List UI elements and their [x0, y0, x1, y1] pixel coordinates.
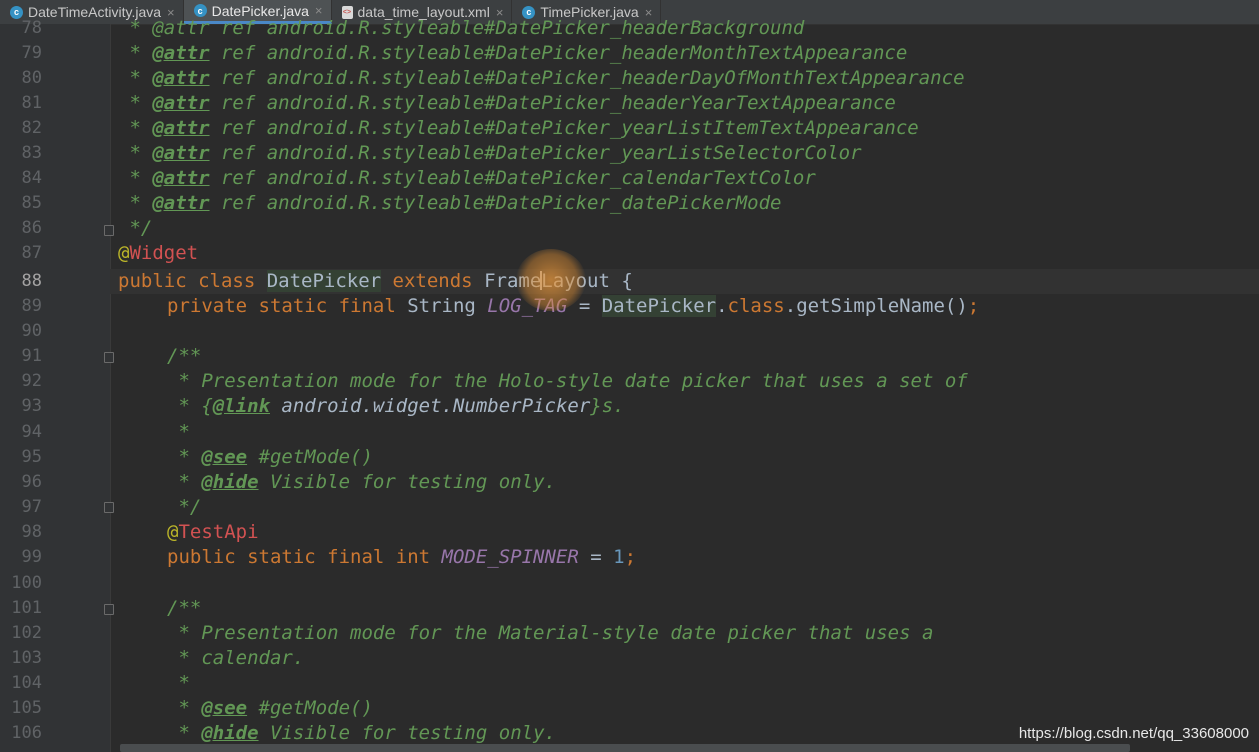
- line-number: 82: [21, 118, 42, 138]
- code-line-96: * @hide Visible for testing only.: [167, 471, 556, 493]
- code-line-84: * @attr ref android.R.styleable#DatePick…: [118, 167, 816, 189]
- line-number: 101: [11, 598, 42, 618]
- line-number: 85: [21, 193, 42, 213]
- code-line-105: * @see #getMode(): [167, 697, 373, 719]
- line-number: 81: [21, 93, 42, 113]
- line-number: 98: [21, 522, 42, 542]
- code-editor[interactable]: * @attr ref android.R.styleable#DatePick…: [110, 17, 1259, 752]
- line-number: 83: [21, 143, 42, 163]
- code-line-102: * Presentation mode for the Material-sty…: [167, 622, 934, 644]
- code-line-95: * @see #getMode(): [167, 446, 373, 468]
- watermark: https://blog.csdn.net/qq_33608000: [1018, 725, 1249, 742]
- code-line-81: * @attr ref android.R.styleable#DatePick…: [118, 92, 896, 114]
- code-line-92: * Presentation mode for the Holo-style d…: [167, 370, 968, 392]
- mouse-pointer-highlight: [516, 249, 586, 311]
- code-line-79: * @attr ref android.R.styleable#DatePick…: [118, 42, 908, 64]
- line-number: 95: [21, 447, 42, 467]
- code-line-97: */: [167, 496, 202, 518]
- code-line-83: * @attr ref android.R.styleable#DatePick…: [118, 142, 862, 164]
- code-line-98: @TestApi: [167, 521, 259, 543]
- code-line-94: *: [167, 421, 190, 443]
- line-number: 90: [21, 321, 42, 341]
- code-line-86: */: [118, 217, 153, 239]
- line-number: 104: [11, 673, 42, 693]
- line-number: 93: [21, 396, 42, 416]
- line-number: 89: [21, 296, 42, 316]
- line-number: 96: [21, 472, 42, 492]
- code-line-106: * @hide Visible for testing only.: [167, 722, 556, 744]
- line-number-current: 88: [21, 271, 42, 291]
- code-line-78: * @attr ref android.R.styleable#DatePick…: [118, 17, 805, 39]
- line-number: 106: [11, 723, 42, 743]
- line-number: 86: [21, 218, 42, 238]
- code-line-91: /**: [167, 345, 202, 367]
- code-line-104: *: [167, 672, 190, 694]
- line-number-gutter[interactable]: 78 79 80 81 82 83 84 85 86 87 88 89 90 9…: [0, 18, 114, 752]
- code-line-99: public static final int MODE_SPINNER = 1…: [167, 546, 637, 568]
- horizontal-scrollbar[interactable]: [120, 744, 1130, 752]
- line-number: 99: [21, 547, 42, 567]
- code-line-101: /**: [167, 597, 202, 619]
- line-number: 97: [21, 497, 42, 517]
- line-number: 79: [21, 43, 42, 63]
- line-number: 94: [21, 422, 42, 442]
- code-line-82: * @attr ref android.R.styleable#DatePick…: [118, 117, 919, 139]
- line-number: 103: [11, 648, 42, 668]
- line-number: 91: [21, 346, 42, 366]
- line-number: 105: [11, 698, 42, 718]
- code-line-87: @Widget: [118, 242, 199, 264]
- line-number: 87: [21, 243, 42, 263]
- line-number: 80: [21, 68, 42, 88]
- line-number: 84: [21, 168, 42, 188]
- code-line-103: * calendar.: [167, 647, 305, 669]
- code-line-80: * @attr ref android.R.styleable#DatePick…: [118, 67, 965, 89]
- code-line-85: * @attr ref android.R.styleable#DatePick…: [118, 192, 782, 214]
- line-number: 100: [11, 573, 42, 593]
- line-number: 102: [11, 623, 42, 643]
- line-number: 78: [21, 18, 42, 38]
- line-number: 92: [21, 371, 42, 391]
- code-line-93: * {@link android.widget.NumberPicker}s.: [167, 395, 625, 417]
